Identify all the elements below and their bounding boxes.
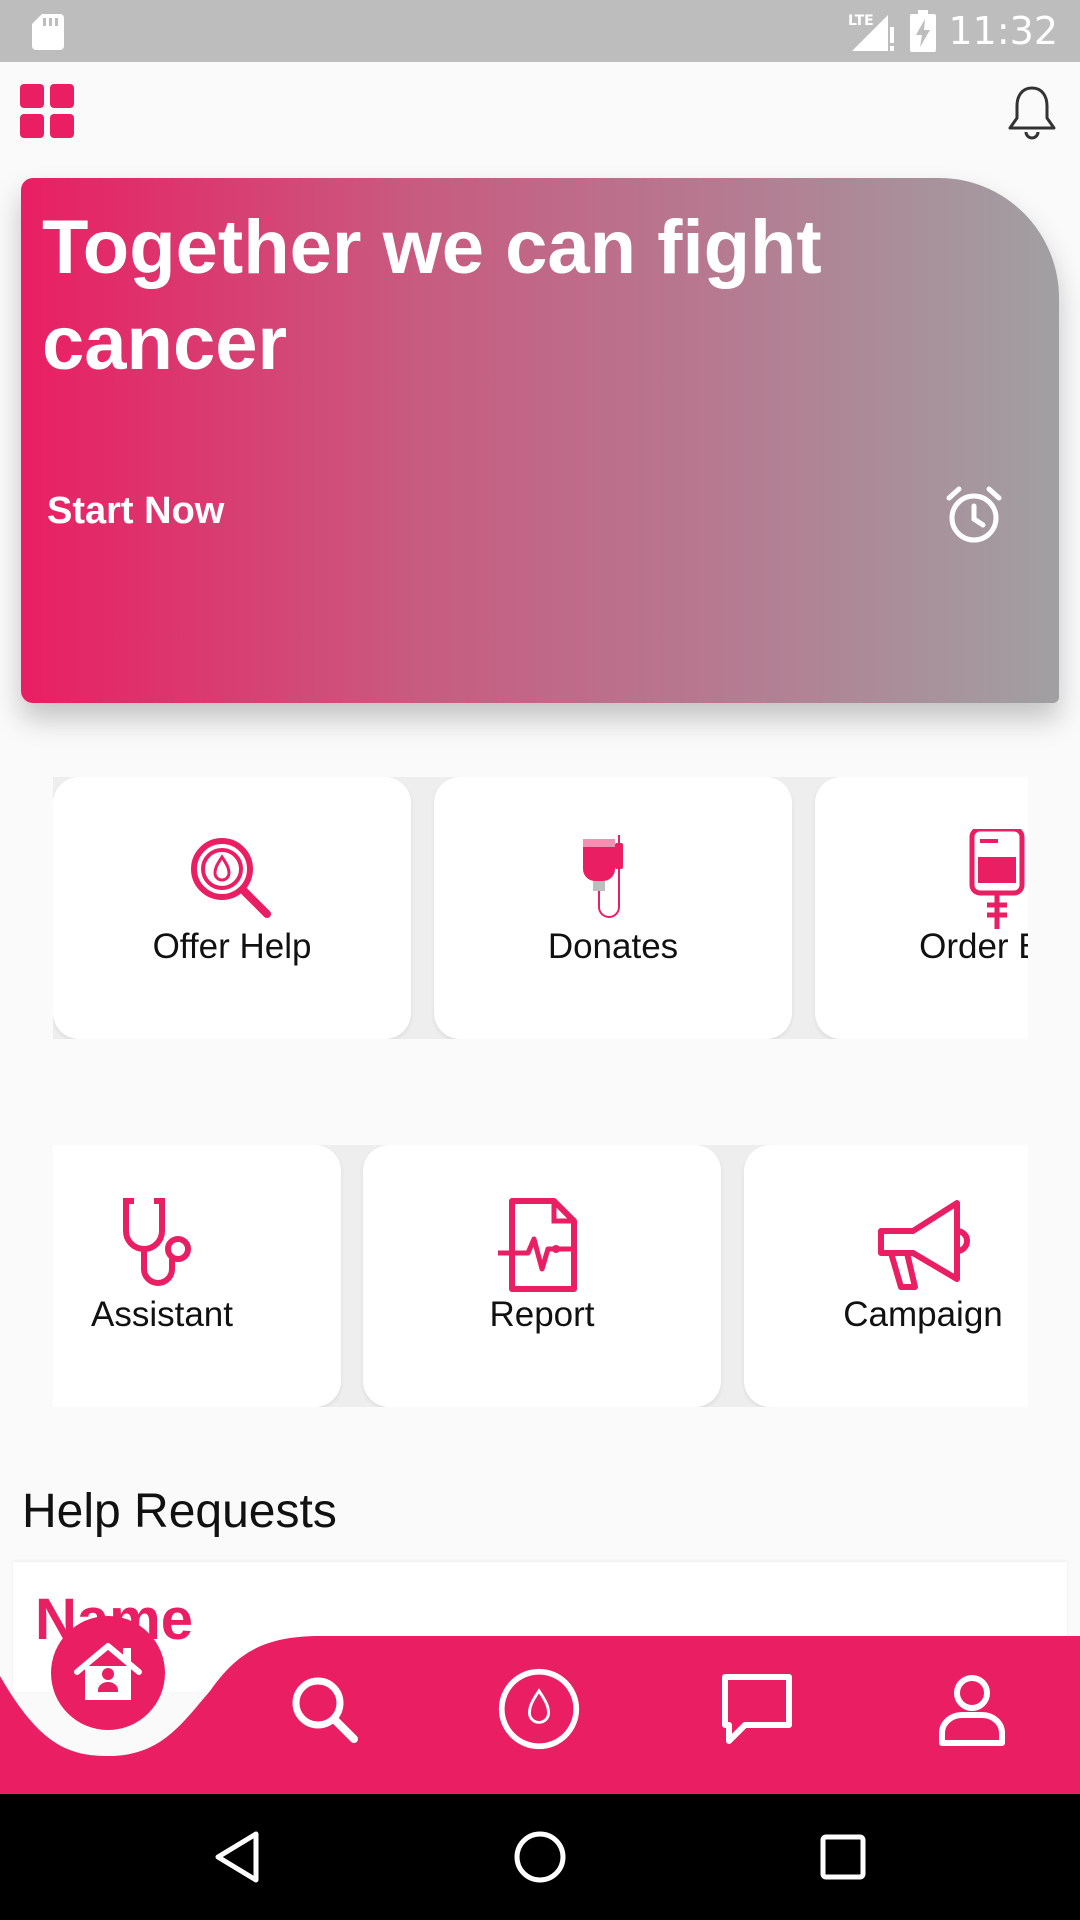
sd-card-icon: [32, 14, 64, 50]
campaign-card[interactable]: Campaign: [744, 1145, 1028, 1407]
home-icon: [74, 1643, 142, 1700]
system-navigation-bar: [0, 1794, 1080, 1920]
blood-bag-drip-icon: [583, 835, 623, 918]
medical-report-icon: [498, 1198, 577, 1292]
hero-banner: Together we can fight cancer Start Now: [21, 178, 1059, 703]
feature-row-2[interactable]: Assistant Report Campaign: [53, 1145, 1028, 1407]
nav-blood-button[interactable]: [496, 1666, 582, 1752]
card-label: Assistant: [91, 1295, 233, 1334]
offer-help-card[interactable]: Offer Help: [53, 777, 411, 1039]
battery-charging-icon: [910, 10, 937, 52]
status-bar: LTE 11:32: [0, 0, 1080, 62]
system-home-button[interactable]: [505, 1822, 575, 1892]
svg-text:LTE: LTE: [848, 13, 874, 29]
home-circle-icon: [514, 1831, 566, 1883]
hero-title: Together we can fight cancer: [42, 205, 822, 386]
blood-bag-icon: [969, 829, 1025, 929]
profile-icon: [939, 1675, 1005, 1746]
card-label: Offer Help: [152, 927, 312, 966]
card-label: Report: [489, 1295, 595, 1334]
alarm-icon[interactable]: [943, 484, 1005, 546]
chat-icon: [722, 1674, 792, 1744]
app-header: [0, 62, 1080, 174]
system-recents-button[interactable]: [808, 1822, 878, 1892]
system-back-button[interactable]: [202, 1822, 272, 1892]
start-now-button[interactable]: Start Now: [47, 490, 224, 533]
nav-search-button[interactable]: [281, 1666, 367, 1752]
report-card[interactable]: Report: [363, 1145, 721, 1407]
nav-profile-button[interactable]: [929, 1666, 1015, 1752]
order-blood-card[interactable]: Order Blo: [815, 777, 1028, 1039]
blood-search-icon: [191, 838, 271, 918]
recents-square-icon: [820, 1834, 866, 1880]
megaphone-icon: [878, 1200, 970, 1290]
home-button[interactable]: [51, 1616, 165, 1730]
feature-row-1[interactable]: Offer Help Donates Order Blo: [53, 777, 1028, 1039]
stethoscope-icon: [123, 1198, 191, 1286]
donates-card[interactable]: Donates: [434, 777, 792, 1039]
card-label: Campaign: [843, 1295, 1003, 1334]
search-icon: [292, 1677, 358, 1743]
back-triangle-icon: [215, 1831, 259, 1883]
assistant-card[interactable]: Assistant: [53, 1145, 341, 1407]
card-label: Order Blo: [919, 927, 1028, 966]
grid-icon[interactable]: [20, 84, 74, 138]
card-label: Donates: [547, 927, 679, 966]
signal-icon: LTE: [848, 13, 895, 51]
help-requests-title: Help Requests: [22, 1485, 337, 1538]
nav-chat-button[interactable]: [714, 1666, 800, 1752]
status-time: 11:32: [948, 9, 1058, 53]
blood-drop-icon: [498, 1668, 580, 1750]
bell-icon[interactable]: [1004, 84, 1060, 140]
